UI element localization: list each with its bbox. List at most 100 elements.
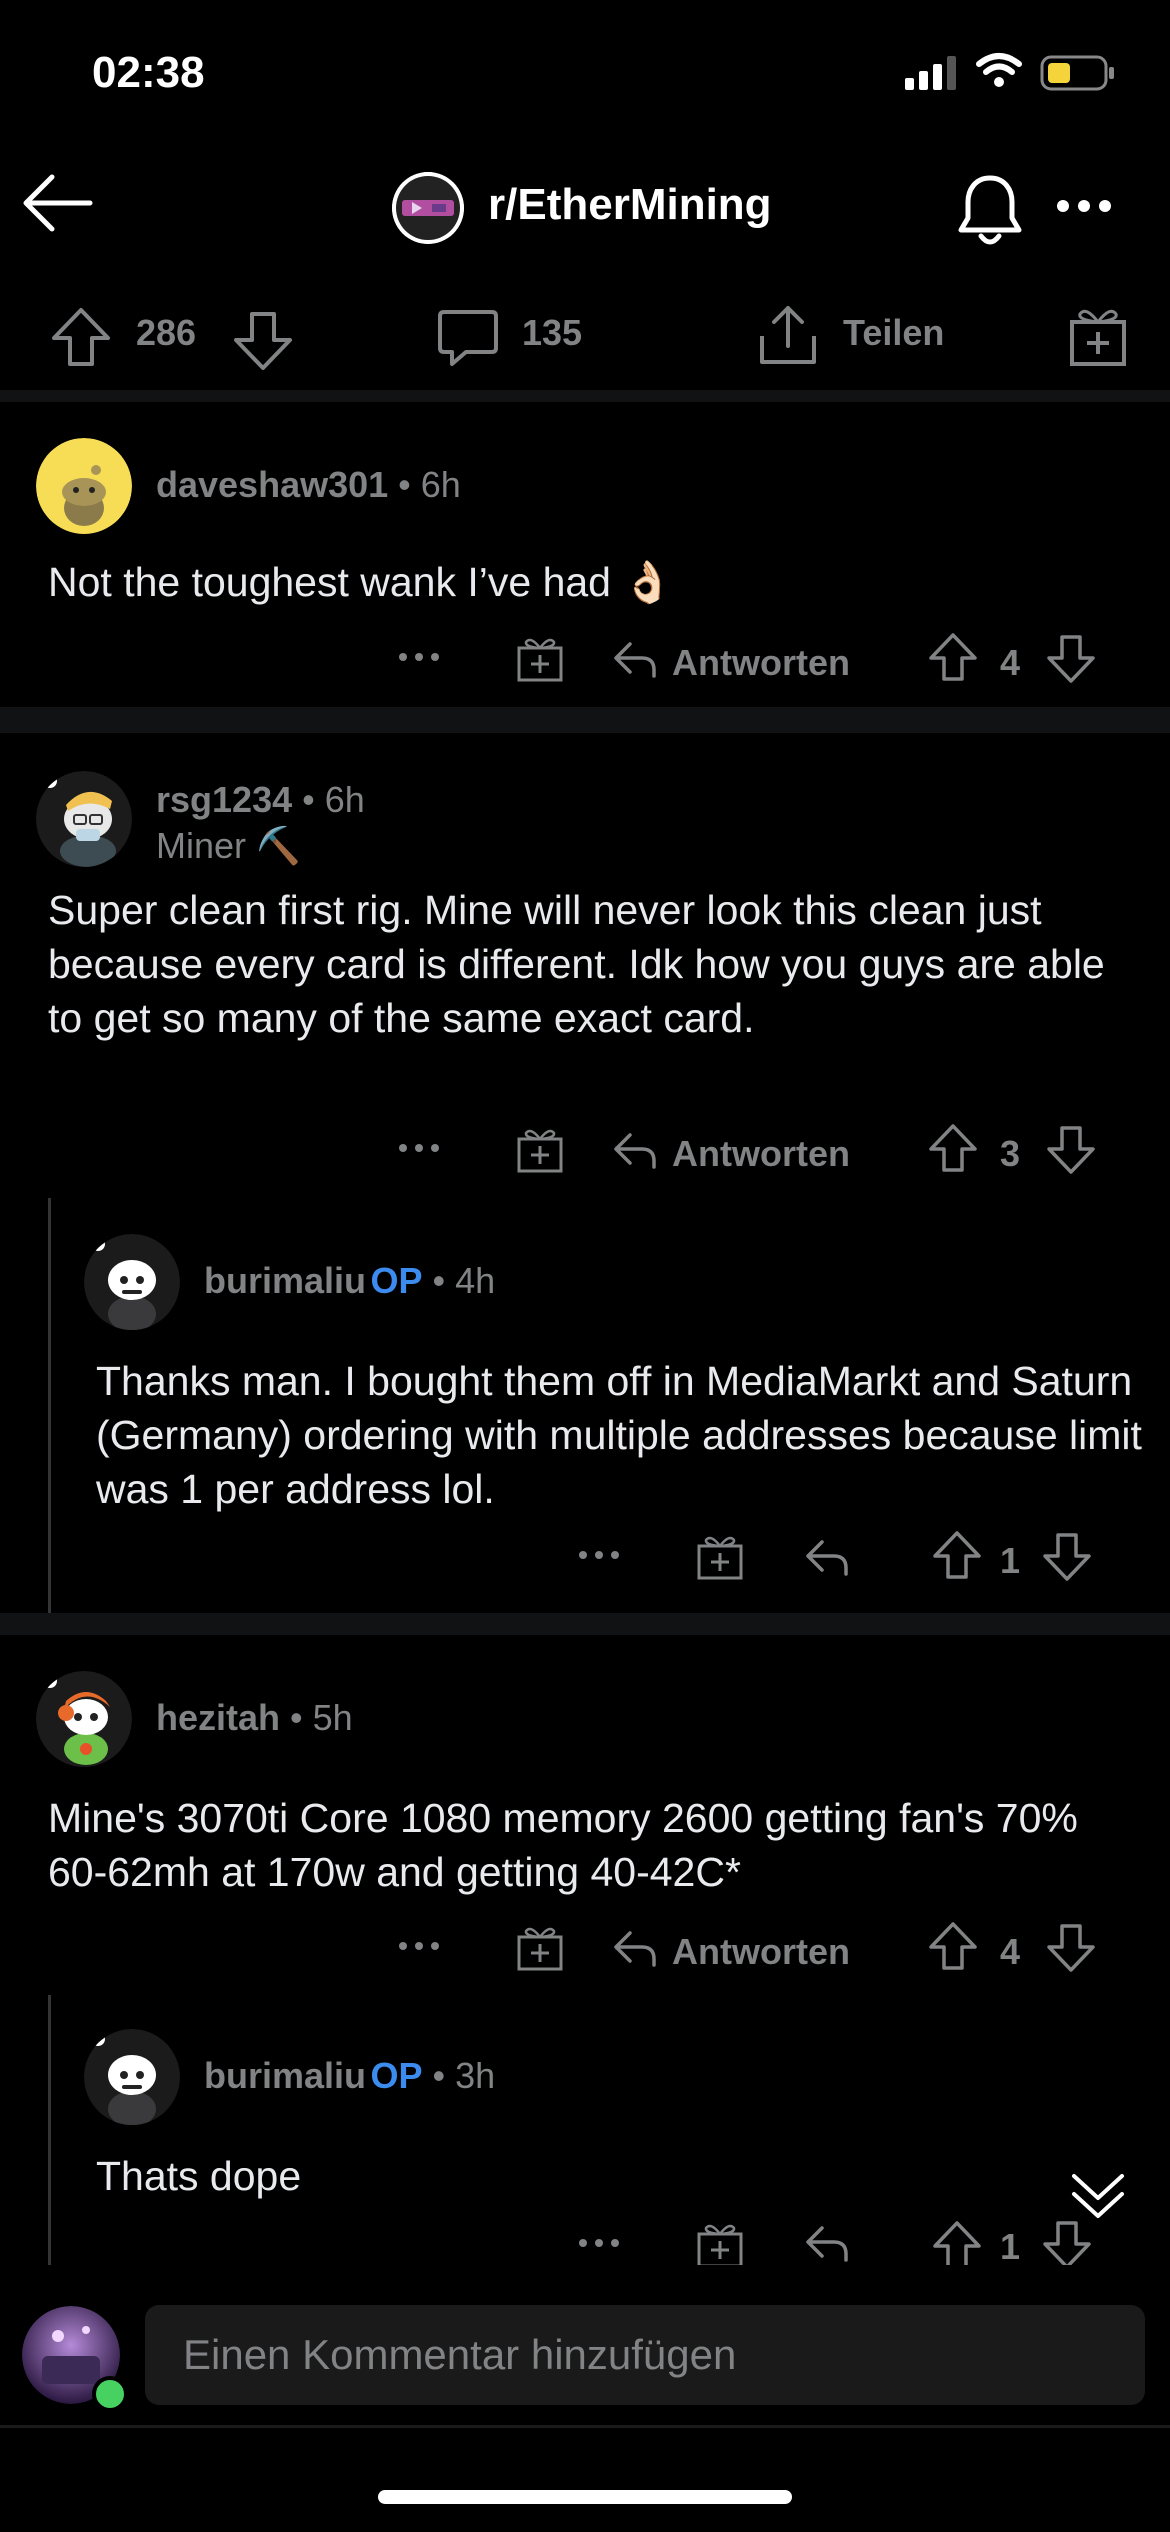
more-icon[interactable]	[398, 652, 440, 662]
comment-actions: Antworten 4	[0, 630, 1170, 700]
vote-count: 4	[1000, 1931, 1021, 1972]
downvote-icon[interactable]	[1046, 634, 1096, 684]
reply-label[interactable]: Antworten	[672, 1931, 850, 1973]
reply-icon[interactable]	[804, 2224, 850, 2264]
comment-text: Thanks man. I bought them off in MediaMa…	[96, 1358, 1142, 1512]
user-flair: Miner ⛏️	[156, 825, 301, 866]
top-nav: r/EtherMining	[0, 150, 1170, 280]
upvote-icon[interactable]	[928, 1123, 978, 1173]
avatar[interactable]	[36, 1671, 132, 1767]
comment-age: 6h	[420, 464, 461, 505]
comment-input[interactable]: Einen Kommentar hinzufügen	[145, 2305, 1145, 2405]
reply-label[interactable]: Antworten	[672, 642, 850, 684]
online-status-dot	[92, 2376, 128, 2412]
comment-actions: Antworten 3	[0, 1121, 1170, 1191]
comment-age: 3h	[455, 2055, 496, 2096]
post-comment-count[interactable]: 135	[522, 312, 582, 354]
section-divider	[0, 707, 1170, 733]
upvote-icon[interactable]	[928, 1921, 978, 1971]
comment-age: 6h	[324, 779, 365, 820]
username[interactable]: daveshaw301	[156, 464, 388, 505]
post-vote-count: 286	[136, 312, 197, 353]
wifi-icon	[975, 52, 1023, 90]
upvote-icon[interactable]	[928, 632, 978, 682]
thread-line	[48, 1995, 51, 2265]
upvote-icon[interactable]	[932, 2220, 982, 2265]
status-time: 02:38	[92, 48, 205, 97]
comment-text: Super clean first rig. Mine will never l…	[48, 887, 1105, 1041]
comments-icon[interactable]	[436, 306, 500, 370]
reply-icon[interactable]	[612, 640, 658, 680]
avatar[interactable]	[36, 438, 132, 534]
section-divider	[0, 1613, 1170, 1635]
comment-reply: burimaliu OP • 4h Thanks man. I bought t…	[52, 1198, 1170, 1613]
separator-dot: •	[422, 1260, 456, 1301]
avatar[interactable]	[36, 771, 132, 867]
back-arrow-icon[interactable]	[22, 170, 94, 236]
comment-text: Not the toughest wank I’ve had 👌🏻	[48, 559, 674, 605]
subreddit-avatar[interactable]	[392, 172, 464, 244]
share-icon[interactable]	[756, 302, 820, 368]
more-icon[interactable]	[398, 1941, 440, 1951]
vote-count: 3	[1000, 1133, 1021, 1174]
downvote-icon[interactable]	[1042, 1532, 1092, 1582]
composer-divider	[0, 2425, 1170, 2428]
op-badge: OP	[370, 2055, 423, 2096]
downvote-icon[interactable]	[1042, 2220, 1092, 2265]
battery-icon	[1040, 55, 1116, 91]
separator-dot: •	[422, 2055, 456, 2096]
separator-dot: •	[388, 464, 421, 505]
vote-count: 1	[1000, 1540, 1021, 1581]
comment: daveshaw301 • 6h Not the toughest wank I…	[0, 402, 1170, 707]
reply-icon[interactable]	[612, 1131, 658, 1171]
comment-actions: 1	[52, 2220, 1170, 2265]
more-icon[interactable]	[578, 1550, 620, 1560]
comment-text: Thats dope	[96, 2153, 302, 2199]
section-divider	[0, 390, 1170, 402]
award-gift-icon[interactable]	[696, 1534, 744, 1580]
op-badge: OP	[370, 1260, 423, 1301]
comment: hezitah • 5h Mine's 3070ti Core 1080 mem…	[0, 1635, 1170, 1995]
comment: rsg1234 • 6h Miner ⛏️ Super clean first …	[0, 733, 1170, 1198]
reply-icon[interactable]	[612, 1929, 658, 1969]
username[interactable]: rsg1234	[156, 779, 292, 820]
status-bar: 02:38	[0, 0, 1170, 150]
avatar[interactable]	[84, 2029, 180, 2125]
downvote-icon[interactable]	[1046, 1125, 1096, 1175]
separator-dot: •	[280, 1697, 313, 1738]
vote-count: 4	[1000, 642, 1021, 683]
avatar[interactable]	[84, 1234, 180, 1330]
comment-reply: burimaliu OP • 3h Thats dope 1	[52, 1995, 1170, 2265]
award-gift-icon[interactable]	[516, 1127, 564, 1173]
comment-actions: Antworten 4	[0, 1919, 1170, 1989]
username[interactable]: burimaliu	[204, 2055, 366, 2096]
award-gift-icon[interactable]	[696, 2222, 744, 2265]
award-gift-icon[interactable]	[516, 1925, 564, 1971]
upvote-icon[interactable]	[932, 1530, 982, 1580]
award-gift-icon[interactable]	[516, 636, 564, 682]
award-gift-icon[interactable]	[1068, 304, 1128, 368]
reply-label[interactable]: Antworten	[672, 1133, 850, 1175]
comment-age: 5h	[312, 1697, 353, 1738]
subreddit-name[interactable]: r/EtherMining	[488, 180, 772, 230]
separator-dot: •	[292, 779, 325, 820]
username[interactable]: burimaliu	[204, 1260, 366, 1301]
reply-icon[interactable]	[804, 1538, 850, 1578]
downvote-icon[interactable]	[1046, 1923, 1096, 1973]
next-comment-chevron-icon[interactable]	[1070, 2168, 1126, 2224]
post-upvote-icon[interactable]	[50, 306, 112, 368]
username[interactable]: hezitah	[156, 1697, 280, 1738]
more-icon[interactable]	[1055, 198, 1113, 214]
post-action-bar: 286 135 Teilen	[0, 280, 1170, 392]
more-icon[interactable]	[578, 2238, 620, 2248]
home-indicator	[378, 2490, 792, 2504]
post-downvote-icon[interactable]	[232, 310, 294, 372]
thread-line	[48, 1198, 51, 1613]
comment-age: 4h	[455, 1260, 496, 1301]
more-icon[interactable]	[398, 1143, 440, 1153]
signal-icon	[905, 56, 957, 90]
bell-icon[interactable]	[955, 172, 1025, 248]
share-label[interactable]: Teilen	[843, 312, 944, 354]
comment-actions: 1	[52, 1528, 1170, 1598]
vote-count: 1	[1000, 2226, 1021, 2265]
